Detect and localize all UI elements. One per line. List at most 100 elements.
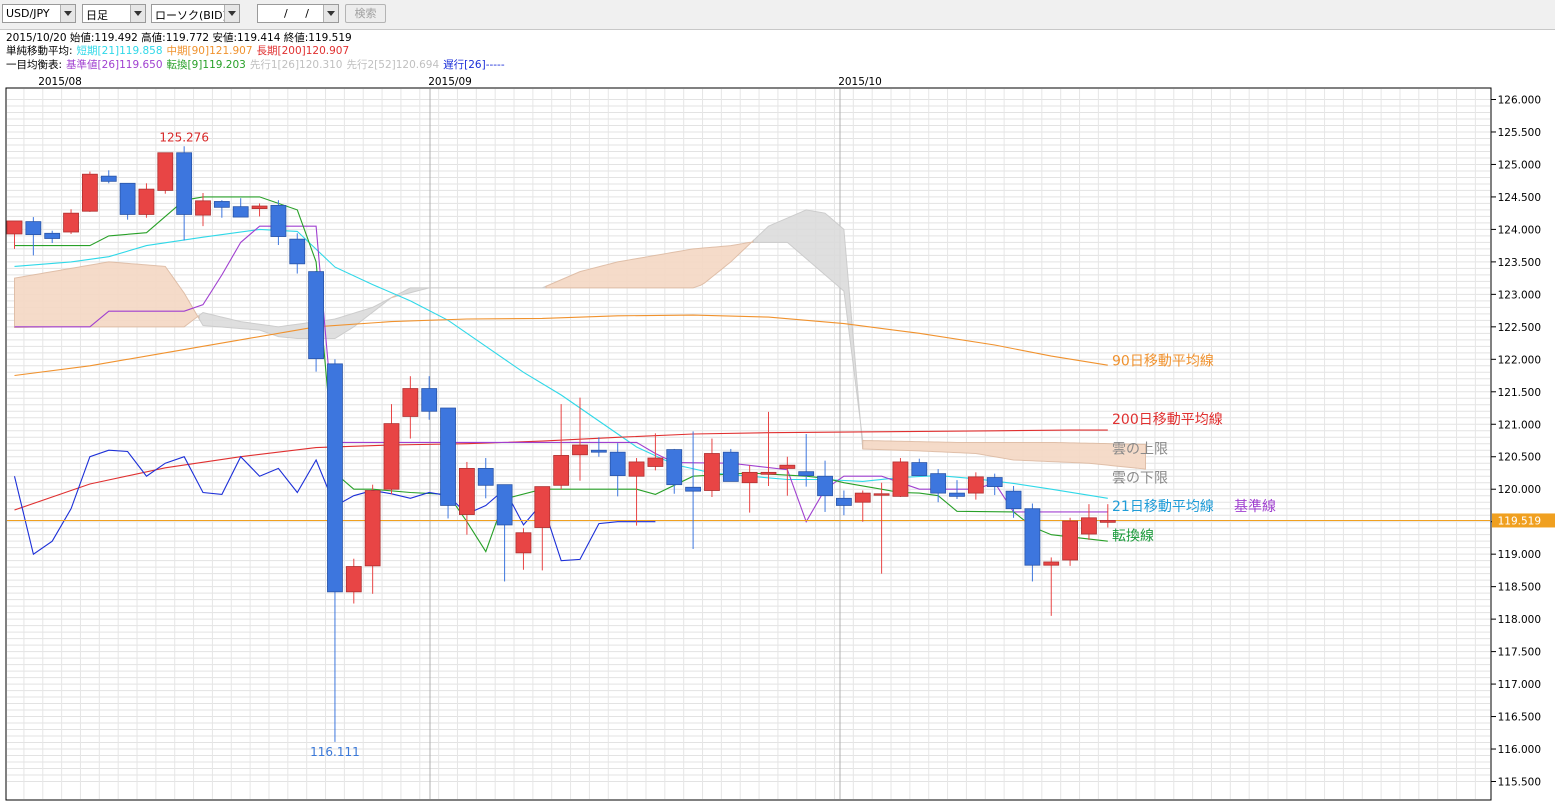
ichimoku-legend-label: 一目均衡表: [6,59,63,71]
candle-body [666,449,683,486]
annotation-tenkan: 転換線 [1112,528,1154,544]
currency-pair-select[interactable]: USD/JPY [2,4,76,23]
candle-body [1043,561,1060,566]
period-value: 日足 [86,9,108,22]
sma-legend-label: 単純移動平均: [6,45,73,57]
candle-body [6,220,23,235]
y-tick-label: 118.500 [1498,582,1541,594]
y-tick-label: 119.000 [1498,549,1541,561]
candle-body [685,486,701,492]
candle-body [836,497,852,506]
calendar-dropdown-icon[interactable] [323,5,338,22]
y-tick-label: 117.500 [1498,647,1541,659]
chevron-down-icon[interactable] [224,5,239,22]
y-tick-label: 125.000 [1498,159,1541,171]
y-axis: 126.000 125.500 125.000 124.500 124.000 123.5… [1490,88,1555,800]
y-tick-label: 121.000 [1498,419,1541,431]
y-tick-label: 122.500 [1498,322,1541,334]
candle-body [1024,508,1041,566]
candle-body [157,152,174,191]
candle-body [704,453,720,491]
y-tick-label: 125.500 [1498,127,1541,139]
candle-body [251,205,268,210]
candle-body [854,492,871,503]
candle-body [590,449,607,453]
x-tick-label: 2015/09 [428,76,472,88]
ichimoku-kijun-value: 基準値[26]119.650 [66,59,163,71]
candle-body [817,475,833,497]
candle-body [308,271,325,360]
sma-legend: 単純移動平均: 短期[21]119.858 中期[90]121.907 長期[200]… [6,45,353,58]
ohlc-readout: 2015/10/20 始値:119.492 高値:119.772 安値:119.… [6,32,356,45]
search-button[interactable]: 検索 [345,4,386,23]
annotation-kijun: 基準線 [1234,498,1276,515]
chart-type-select[interactable]: ローソク(BID) [151,4,240,23]
low-label: 116.111 [310,745,360,759]
y-tick-label: 118.000 [1498,614,1541,626]
candle-body [553,455,570,486]
candle-body [1062,520,1078,561]
price-chart[interactable]: 125.276 116.111 90日移動平均線 200日移動平均線雲の上限雲の下限 2… [0,72,1555,803]
candle-body [496,484,513,526]
y-tick-label: 121.500 [1498,387,1541,399]
annotation-sma21: 21日移動平均線 [1112,499,1214,515]
candle-body [477,468,494,486]
candle-body [421,388,438,412]
date-picker[interactable]: / / [257,4,339,23]
candle-body [760,471,777,475]
candle-body [82,173,98,212]
candle-body [930,473,947,494]
candle-body [327,363,343,593]
candle-body [986,477,1003,488]
y-tick-label: 124.000 [1498,224,1541,236]
candle-body [873,493,890,496]
candle-body [1099,519,1116,523]
candle-body [100,175,117,182]
y-tick-label: 117.000 [1498,679,1541,691]
ohlc-text: 2015/10/20 始値:119.492 高値:119.772 安値:119.… [6,32,352,44]
candle-body [402,388,419,417]
x-axis: 2015/08 2015/09 2015/10 [38,76,882,88]
candle-body [572,444,588,456]
candle-body [1081,517,1097,535]
y-tick-label: 124.500 [1498,192,1541,204]
y-tick-label: 116.000 [1498,744,1541,756]
sma-long-value: 長期[200]120.907 [256,45,350,57]
y-tick-label: 123.500 [1498,257,1541,269]
candle-body [364,490,381,567]
candle-body [176,152,193,215]
candle-body [213,201,230,208]
sma-short-value: 短期[21]119.858 [76,45,163,57]
candle-body [515,532,532,554]
candle-body [628,461,645,477]
y-tick-label: 115.500 [1498,777,1541,789]
chevron-down-icon[interactable] [130,5,145,22]
toolbar: USD/JPY 日足 ローソク(BID) / / 検索 [0,0,1555,30]
currency-pair-value: USD/JPY [6,7,50,20]
high-label: 125.276 [159,130,209,144]
candle-body [534,486,551,528]
candle-body [119,182,136,215]
annotation-cloud_down: 雲の上限 [1112,441,1168,457]
candle-body [138,188,155,215]
x-tick-label: 2015/10 [838,76,882,88]
candle-body [1005,490,1022,510]
annotation-sma200: 200日移動平均線 [1112,412,1223,428]
candle-body [798,471,815,476]
candle-body [383,423,400,490]
last-price-label: 119.519 [1498,515,1541,527]
candle-body [345,566,362,593]
candle-body [609,451,626,476]
candle-body [440,407,456,506]
y-tick-label: 123.000 [1498,289,1541,301]
candle-body [722,451,739,482]
annotation-sma90: 90日移動平均線 [1112,354,1214,370]
x-tick-label: 2015/08 [38,76,82,88]
y-tick-label: 116.500 [1498,712,1541,724]
chevron-down-icon[interactable] [60,5,75,22]
ichimoku-senko2-value: 先行2[52]120.694 [346,59,440,71]
candle-body [949,492,965,497]
period-select[interactable]: 日足 [82,4,146,23]
date-value: / / [284,7,316,20]
candle-body [195,200,211,216]
